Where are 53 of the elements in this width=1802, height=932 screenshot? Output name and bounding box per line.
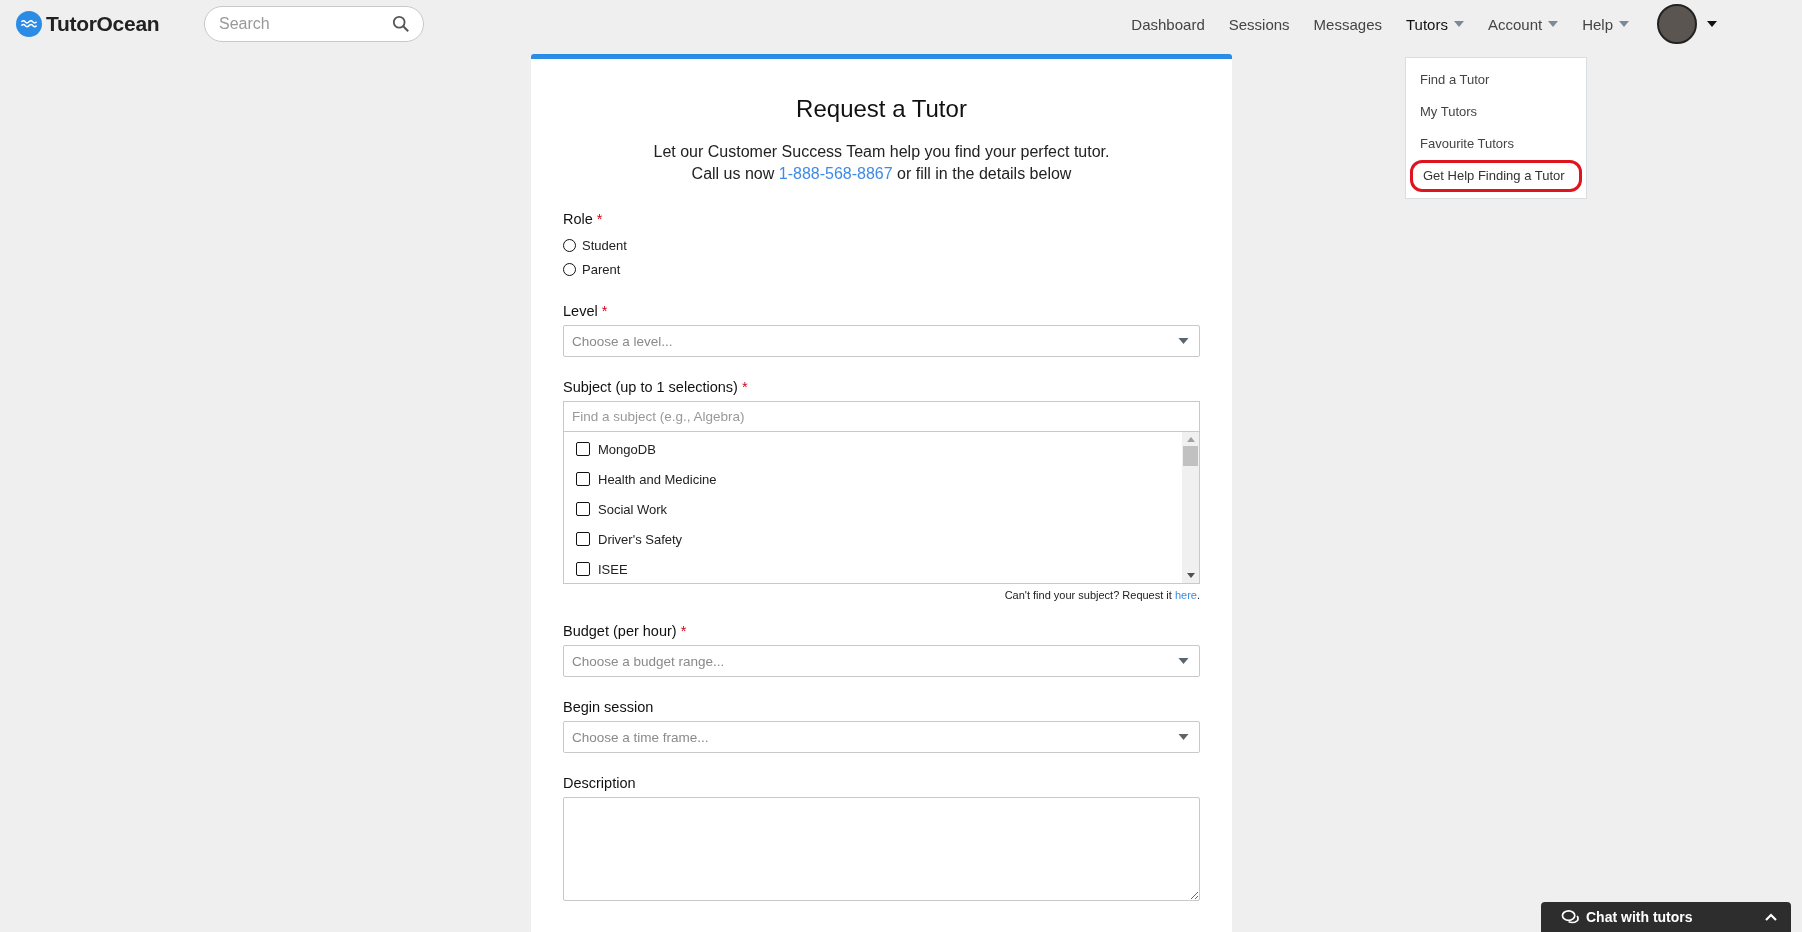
phone-link[interactable]: 1-888-568-8867 xyxy=(778,165,893,182)
nav-link[interactable]: Sessions xyxy=(1228,15,1290,33)
search-icon[interactable] xyxy=(392,15,410,33)
checkbox[interactable] xyxy=(576,442,590,456)
request-link[interactable]: here xyxy=(1174,589,1197,601)
checkbox[interactable] xyxy=(576,532,590,546)
scroll-down-icon[interactable] xyxy=(1186,573,1195,578)
nav-link[interactable]: Dashboard xyxy=(1131,15,1205,33)
field-label: Level * xyxy=(563,303,609,319)
caret-icon[interactable] xyxy=(1707,21,1717,27)
checkbox-label[interactable]: MongoDB xyxy=(598,441,656,457)
avatar[interactable] xyxy=(1657,4,1697,44)
call-text: Call us now 1-888-568-8867 or fill in the details below xyxy=(690,164,1073,184)
caret-icon xyxy=(1178,338,1189,344)
checkbox[interactable] xyxy=(576,562,590,576)
form-title: Request a Tutor xyxy=(795,95,968,123)
checkbox-label[interactable]: ISEE xyxy=(598,561,628,577)
nav-link[interactable]: Tutors xyxy=(1406,15,1464,33)
caret-icon xyxy=(1178,734,1189,740)
chat-bar[interactable]: Chat with tutors xyxy=(1541,902,1791,932)
hint-text: Can't find your subject? Request it here. xyxy=(1003,589,1200,601)
nav-link[interactable]: Messages xyxy=(1313,15,1382,33)
logo-text[interactable]: TutorOcean xyxy=(46,12,160,36)
intro-text: Let our Customer Success Team help you find your perfect tutor. xyxy=(652,142,1111,162)
nav-link[interactable]: Help xyxy=(1582,15,1629,33)
menu-item[interactable]: Favourite Tutors xyxy=(1406,128,1586,160)
menu-item[interactable]: My Tutors xyxy=(1406,96,1586,128)
checkbox[interactable] xyxy=(576,502,590,516)
menu-item[interactable]: Find a Tutor xyxy=(1406,64,1586,96)
checkbox-label[interactable]: Health and Medicine xyxy=(598,471,717,487)
field-label: Begin session xyxy=(563,699,655,715)
radio-label[interactable]: Student xyxy=(582,237,627,253)
field-label: Description xyxy=(563,775,637,791)
scrollbar-thumb[interactable] xyxy=(1183,446,1198,466)
checkbox[interactable] xyxy=(576,472,590,486)
menu-item[interactable]: Get Help Finding a Tutor xyxy=(1410,160,1582,192)
logo-icon xyxy=(16,11,42,37)
checkbox-label[interactable]: Social Work xyxy=(598,501,668,517)
chat-bubbles-icon xyxy=(1561,908,1580,926)
dropdown-field[interactable]: Choose a time frame... xyxy=(563,721,1200,753)
field-label: Budget (per hour) * xyxy=(563,623,688,639)
field-label: Subject (up to 1 selections) * xyxy=(563,379,749,395)
dropdown-field[interactable]: Choose a level... xyxy=(563,325,1200,357)
field-label: Role * xyxy=(563,211,604,227)
description-field[interactable] xyxy=(563,797,1200,901)
scrollbar[interactable] xyxy=(1182,432,1199,583)
caret-icon xyxy=(1178,658,1189,664)
checkbox-label[interactable]: Driver's Safety xyxy=(598,531,683,547)
nav-link[interactable]: Account xyxy=(1487,15,1559,33)
dropdown-field[interactable]: Choose a budget range... xyxy=(563,645,1200,677)
radio-label[interactable]: Parent xyxy=(582,261,621,277)
chevron-up-icon xyxy=(1765,913,1777,921)
search-field[interactable]: Search xyxy=(204,6,424,42)
